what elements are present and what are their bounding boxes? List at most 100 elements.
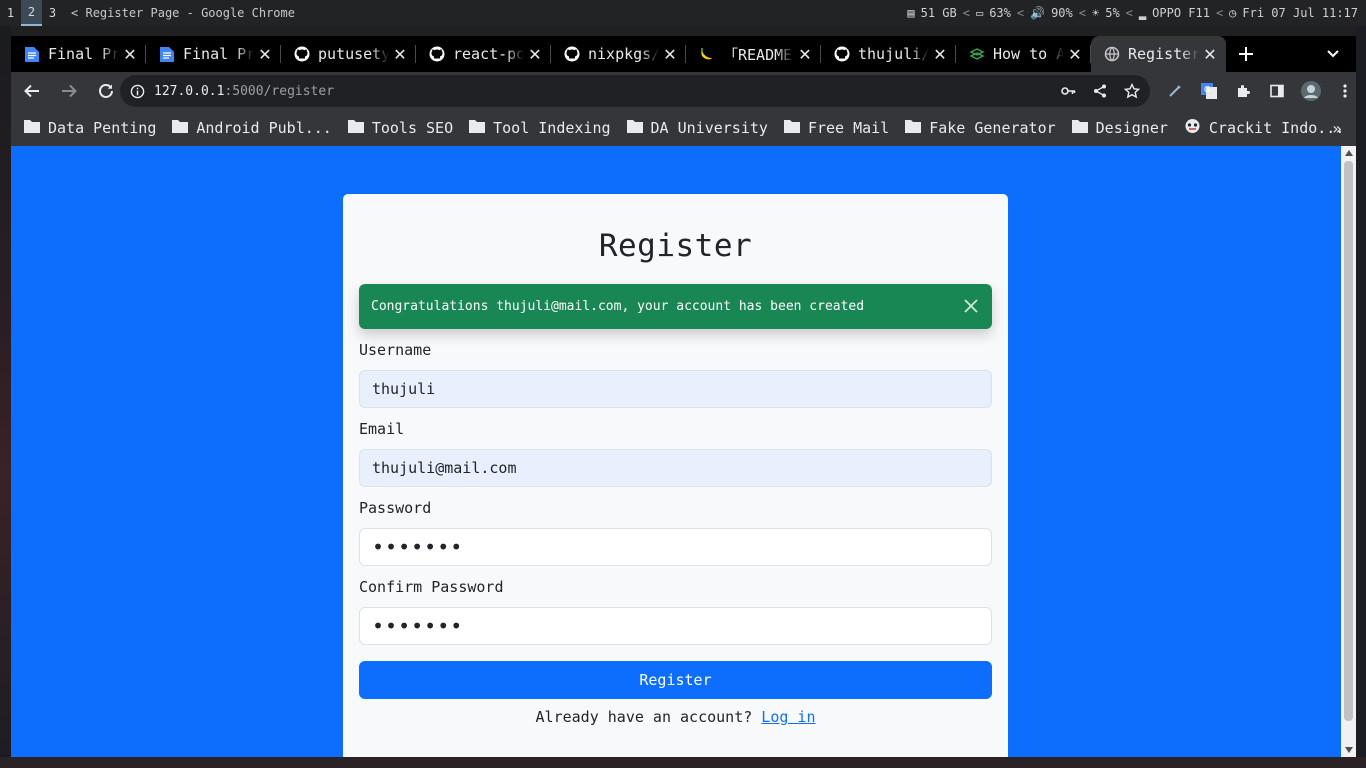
close-tab-icon[interactable]: ✕	[524, 43, 546, 65]
page-scrollbar[interactable]	[1341, 146, 1356, 757]
forward-button[interactable]	[53, 75, 85, 107]
register-card: Register Congratulations thujuli@mail.co…	[343, 194, 1008, 757]
workspace-2[interactable]: 2	[21, 0, 42, 26]
bookmarks-overflow-button[interactable]: »	[1332, 110, 1342, 146]
tab-search-button[interactable]	[1322, 36, 1344, 72]
close-tab-icon[interactable]: ✕	[794, 43, 816, 65]
back-button[interactable]	[16, 75, 48, 107]
tab[interactable]: How to Add✕	[956, 36, 1091, 72]
tab-title: thujuli/flask	[858, 45, 929, 63]
alert-close-button[interactable]	[960, 295, 982, 317]
bookmark-item[interactable]: Free Mail	[783, 119, 889, 137]
folder-icon	[469, 119, 486, 137]
tab[interactable]: Final Project✕	[146, 36, 281, 72]
close-tab-icon[interactable]: ✕	[119, 43, 141, 65]
separator: <	[1125, 6, 1133, 20]
banana-icon	[699, 46, 715, 62]
folder-icon	[626, 119, 643, 137]
profile-avatar[interactable]	[1297, 77, 1325, 105]
bookmark-label: Data Penting	[48, 119, 157, 137]
tab[interactable]: react-portfolio✕	[416, 36, 551, 72]
close-tab-icon[interactable]: ✕	[929, 43, 951, 65]
login-prompt-line: Already have an account? Log in	[359, 708, 992, 726]
tab-strip: Final Project✕Final Project✕putusetya✕re…	[11, 36, 1356, 72]
new-tab-button[interactable]	[1226, 36, 1266, 72]
title-prefix: <	[71, 6, 79, 20]
close-tab-icon[interactable]: ✕	[659, 43, 681, 65]
password-input[interactable]	[359, 528, 992, 566]
bookmark-label: Fake Generator	[929, 119, 1056, 137]
extensions-puzzle-icon[interactable]	[1229, 77, 1257, 105]
github-icon	[294, 46, 310, 62]
login-link[interactable]: Log in	[761, 708, 815, 726]
bookmark-star-icon[interactable]	[1120, 79, 1144, 103]
url-host: 127.0.0.1	[154, 83, 225, 99]
close-tab-icon[interactable]: ✕	[1064, 43, 1086, 65]
workspace-3[interactable]: 3	[42, 0, 63, 26]
close-tab-icon[interactable]: ✕	[389, 43, 411, 65]
side-panel-icon[interactable]	[1263, 77, 1291, 105]
google-translate-icon[interactable]: G	[1195, 77, 1223, 105]
register-button[interactable]: Register	[359, 661, 992, 699]
tab[interactable]: 「README」✕	[686, 36, 821, 72]
workspace-1[interactable]: 1	[0, 0, 21, 26]
scroll-down-arrow-icon[interactable]	[1341, 743, 1356, 757]
folder-icon	[347, 119, 364, 137]
bookmark-item[interactable]: Fake Generator	[905, 119, 1056, 137]
tab-title: Final Project	[183, 45, 254, 63]
tab[interactable]: nixpkgs/README✕	[551, 36, 686, 72]
separator: <	[1078, 6, 1086, 20]
tab[interactable]: thujuli/flask✕	[821, 36, 956, 72]
github-icon	[834, 46, 850, 62]
system-tray: ▤ 51 GB < ▭ 63% < 🔊 90% < ☀ 5% < ▂ OPPO F11 <…	[907, 0, 1358, 26]
share-icon[interactable]	[1088, 79, 1112, 103]
bookmark-item[interactable]: DA University	[626, 119, 768, 137]
tab[interactable]: Final Project✕	[11, 36, 146, 72]
bookmark-item[interactable]: Crackit Indo...	[1184, 118, 1344, 138]
browser-toolbar: 127.0.0.1:5000/register G	[11, 72, 1356, 110]
address-bar-actions	[1056, 75, 1144, 107]
bookmark-item[interactable]: Tools SEO	[347, 119, 453, 137]
bookmark-label: DA University	[650, 119, 768, 137]
scrollbar-thumb[interactable]	[1344, 161, 1353, 721]
email-input[interactable]	[359, 449, 992, 487]
key-icon[interactable]	[1056, 79, 1080, 103]
bookmark-label: Designer	[1095, 119, 1168, 137]
github-icon	[429, 46, 445, 62]
bookmark-item[interactable]: Data Penting	[24, 119, 156, 137]
tab-title: How to Add	[993, 45, 1064, 63]
tab-active[interactable]: Register Page✕	[1091, 36, 1226, 72]
username-input[interactable]	[359, 370, 992, 408]
volume-level: 90%	[1051, 6, 1073, 20]
close-tab-icon[interactable]: ✕	[1199, 43, 1221, 65]
scroll-up-arrow-icon[interactable]	[1341, 146, 1356, 160]
battery-level: 63%	[989, 6, 1011, 20]
reload-icon	[99, 84, 113, 98]
alert-message: Congratulations thujuli@mail.com, your a…	[371, 299, 865, 314]
bookmark-item[interactable]: Designer	[1071, 119, 1168, 137]
close-tab-icon[interactable]: ✕	[254, 43, 276, 65]
address-bar[interactable]: 127.0.0.1:5000/register	[120, 75, 1150, 107]
bookmark-item[interactable]: Android Publ...	[172, 119, 332, 137]
success-alert: Congratulations thujuli@mail.com, your a…	[359, 284, 992, 329]
site-info-icon[interactable]	[120, 84, 154, 99]
folder-icon	[783, 119, 800, 137]
globe-icon	[1104, 46, 1120, 62]
kebab-menu-icon[interactable]	[1331, 77, 1359, 105]
window-title: < Register Page - Google Chrome	[71, 6, 295, 20]
bookmarks-bar: Data Penting Android Publ... Tools SEO Tool…	[11, 110, 1356, 146]
url-text[interactable]: 127.0.0.1:5000/register	[154, 84, 334, 99]
folder-icon	[24, 119, 40, 137]
close-icon	[964, 299, 978, 313]
confirm-password-input[interactable]	[359, 607, 992, 645]
volume-icon: 🔊	[1030, 6, 1046, 20]
pen-extension-icon[interactable]	[1161, 77, 1189, 105]
tab[interactable]: putusetya✕	[281, 36, 416, 72]
tab-title: Final Project	[48, 45, 119, 63]
reload-button[interactable]	[90, 75, 122, 107]
password-label: Password	[359, 499, 432, 517]
github-icon	[564, 46, 580, 62]
codepen-icon	[969, 46, 985, 62]
bookmark-item[interactable]: Tool Indexing	[469, 119, 611, 137]
back-arrow-icon	[24, 84, 39, 98]
